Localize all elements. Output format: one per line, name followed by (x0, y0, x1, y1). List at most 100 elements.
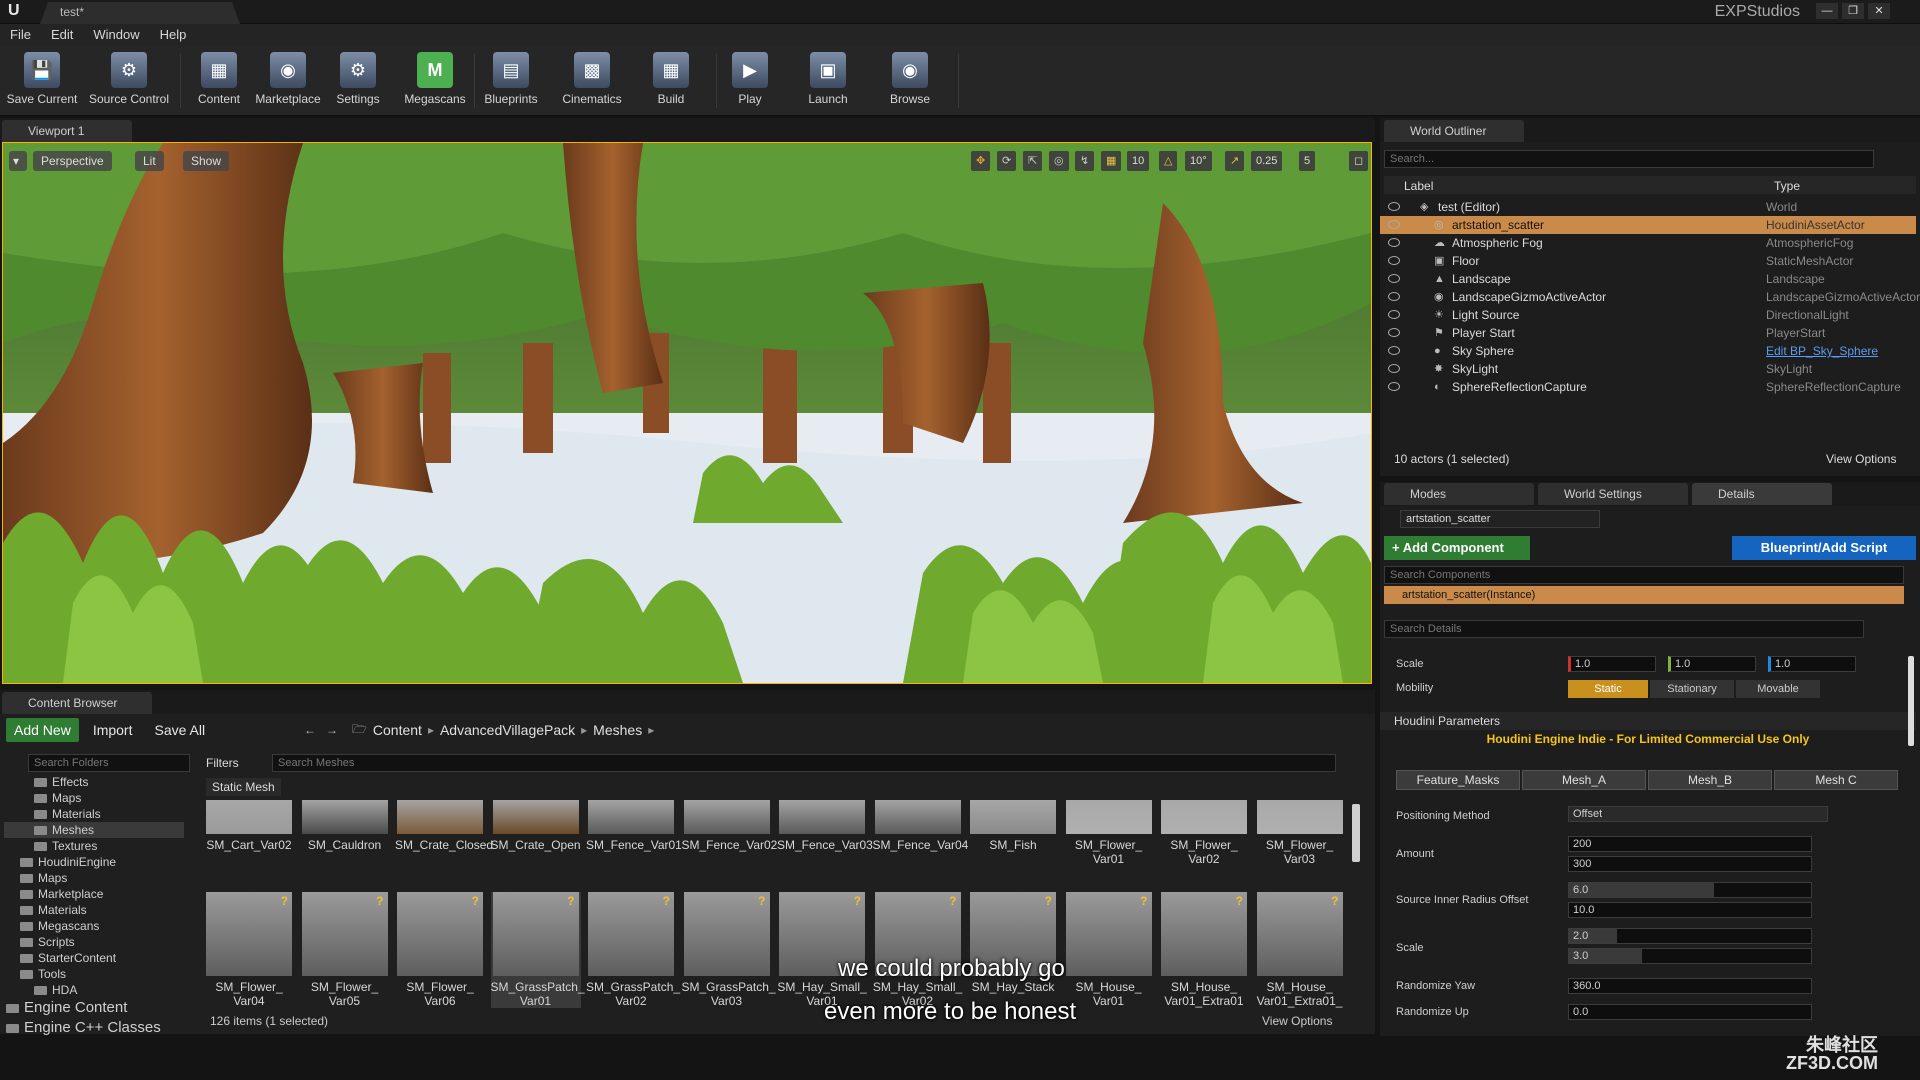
outliner-row[interactable]: ☀ Light Source DirectionalLight (1380, 306, 1916, 324)
asset-tile[interactable]: SM_Fence_Var02 (682, 800, 777, 852)
actor-name-field[interactable]: artstation_scatter (1400, 510, 1600, 528)
play-button[interactable]: ▶ Play (724, 50, 776, 112)
mobility-static-button[interactable]: Static (1568, 680, 1648, 698)
filters-button[interactable]: Filters (206, 754, 239, 772)
houdini-parameters-header[interactable]: Houdini Parameters (1380, 712, 1916, 730)
document-tab[interactable]: test* (40, 2, 240, 24)
visibility-eye-icon[interactable] (1388, 310, 1400, 319)
folder-item[interactable]: HoudiniEngine (4, 854, 184, 870)
asset-tile[interactable]: ? SM_GrassPatch_ Var01 (490, 892, 585, 1008)
col-label[interactable]: Label (1404, 179, 1433, 193)
breadcrumb-content[interactable]: Content (373, 722, 422, 738)
folder-item[interactable]: Materials (4, 806, 184, 822)
maximize-viewport-icon[interactable]: ◻ (1349, 151, 1369, 171)
asset-grid-scrollbar[interactable] (1352, 804, 1360, 862)
asset-tile[interactable]: SM_Flower_ Var03 (1255, 800, 1345, 866)
param-tab-mesh-b[interactable]: Mesh_B (1648, 770, 1772, 790)
viewport-menu-button[interactable]: ▾ (9, 151, 27, 171)
scale2-2-input[interactable]: 3.0 (1568, 948, 1812, 964)
marketplace-button[interactable]: ◉ Marketplace (250, 50, 326, 112)
folder-item[interactable]: Marketplace (4, 886, 184, 902)
folder-item[interactable]: HDA (4, 982, 184, 998)
asset-tile[interactable]: ? SM_GrassPatch_ Var02 (586, 892, 680, 1008)
asset-tile[interactable]: SM_Fence_Var04 (873, 800, 968, 852)
scale-x-input[interactable]: 1.0 (1568, 656, 1656, 672)
folder-item[interactable]: Megascans (4, 918, 184, 934)
asset-tile[interactable]: ? SM_Flower_ Var04 (204, 892, 294, 1008)
asset-tile[interactable]: ? SM_GrassPatch_ Var03 (682, 892, 776, 1008)
import-button[interactable]: Import (85, 718, 141, 742)
visibility-eye-icon[interactable] (1388, 292, 1400, 301)
megascans-button[interactable]: M Megascans (400, 50, 470, 112)
scale-z-input[interactable]: 1.0 (1768, 656, 1856, 672)
randomize-up-input[interactable]: 0.0 (1568, 1004, 1812, 1020)
outliner-row[interactable]: ◎ artstation_scatter HoudiniAssetActor (1380, 216, 1916, 234)
visibility-eye-icon[interactable] (1388, 256, 1400, 265)
folder-item[interactable]: Textures (4, 838, 184, 854)
grid-snap-value[interactable]: 10 (1127, 151, 1150, 171)
perspective-button[interactable]: Perspective (33, 151, 112, 171)
asset-tile[interactable]: ? SM_House_ Var01 (1064, 892, 1154, 1008)
build-button[interactable]: ▦ Build (646, 50, 696, 112)
details-tab[interactable]: Details (1692, 483, 1832, 505)
show-button[interactable]: Show (183, 151, 230, 171)
forward-icon[interactable]: → (326, 723, 338, 737)
engine-content-folder[interactable]: Engine Content (6, 1000, 127, 1020)
search-details-input[interactable]: Search Details (1384, 620, 1864, 638)
scale-y-input[interactable]: 1.0 (1668, 656, 1756, 672)
surface-snap-icon[interactable]: ↯ (1075, 151, 1095, 171)
outliner-row[interactable]: ◈ test (Editor) World (1380, 198, 1916, 216)
positioning-dropdown[interactable]: Offset (1568, 806, 1828, 822)
outliner-row[interactable]: ◉ LandscapeGizmoActiveActor LandscapeGizmo… (1380, 288, 1920, 306)
menu-window[interactable]: Window (83, 24, 149, 46)
asset-tile[interactable]: SM_Fence_Var03 (777, 800, 873, 852)
outliner-row[interactable]: ☁ Atmospheric Fog AtmosphericFog (1380, 234, 1916, 252)
source-control-button[interactable]: ⚙ Source Control (86, 50, 172, 112)
folder-item[interactable]: Tools (4, 966, 184, 982)
engine-cpp-folder[interactable]: Engine C++ Classes (6, 1020, 161, 1040)
visibility-eye-icon[interactable] (1388, 328, 1400, 337)
folder-item[interactable]: Meshes (4, 822, 184, 838)
param-tab-mesh-a[interactable]: Mesh_A (1522, 770, 1646, 790)
blueprint-add-script-button[interactable]: Blueprint/Add Script (1732, 536, 1916, 560)
rotation-snap-icon[interactable]: △ (1159, 151, 1178, 171)
menu-edit[interactable]: Edit (41, 24, 83, 46)
asset-tile[interactable]: SM_Crate_Open (491, 800, 581, 852)
asset-tile[interactable]: ? SM_Hay_Small_ Var02 (873, 892, 963, 1008)
folder-item[interactable]: Materials (4, 902, 184, 918)
outliner-row[interactable]: ✸ SkyLight SkyLight (1380, 360, 1916, 378)
visibility-eye-icon[interactable] (1388, 274, 1400, 283)
asset-tile[interactable]: SM_Fence_Var01 (586, 800, 682, 852)
save-current-button[interactable]: 💾 Save Current (4, 50, 80, 112)
scale2-1-input[interactable]: 2.0 (1568, 928, 1812, 944)
col-type[interactable]: Type (1774, 179, 1800, 193)
rotate-mode-icon[interactable]: ⟳ (997, 151, 1017, 171)
search-folders-input[interactable]: Search Folders (28, 754, 190, 772)
outliner-row[interactable]: ◐ SphereReflectionCapture SphereReflection… (1380, 378, 1916, 396)
static-mesh-filter-chip[interactable]: Static Mesh (206, 778, 281, 796)
settings-button[interactable]: ⚙ Settings (330, 50, 386, 112)
visibility-eye-icon[interactable] (1388, 202, 1400, 211)
world-local-icon[interactable]: ◎ (1049, 151, 1069, 171)
outliner-row[interactable]: ● Sky Sphere Edit BP_Sky_Sphere (1380, 342, 1916, 360)
breadcrumb-advancedvillagepack[interactable]: AdvancedVillagePack (440, 722, 575, 738)
visibility-eye-icon[interactable] (1388, 346, 1400, 355)
folder-item[interactable]: StarterContent (4, 950, 184, 966)
modes-tab[interactable]: Modes (1384, 483, 1534, 505)
asset-tile[interactable]: SM_Fish (968, 800, 1058, 852)
world-outliner-tab[interactable]: World Outliner (1384, 120, 1524, 142)
details-scrollbar[interactable] (1908, 656, 1914, 746)
outliner-search-input[interactable]: Search... (1384, 150, 1874, 168)
back-icon[interactable]: ← (304, 723, 316, 737)
camera-speed[interactable]: 5 (1299, 151, 1316, 171)
content-browser-tab[interactable]: Content Browser (2, 692, 152, 714)
folder-item[interactable]: Effects (4, 774, 184, 790)
param-tab-mesh-c[interactable]: Mesh C (1774, 770, 1898, 790)
amount-2-input[interactable]: 300 (1568, 856, 1812, 872)
asset-tile[interactable]: SM_Crate_Closed (395, 800, 493, 852)
outliner-row[interactable]: ▲ Landscape Landscape (1380, 270, 1916, 288)
content-button[interactable]: ▦ Content (188, 50, 250, 112)
viewport-tab[interactable]: Viewport 1 (2, 120, 132, 142)
outliner-view-options-button[interactable]: View Options (1826, 452, 1896, 466)
asset-tile[interactable]: SM_Cauldron (300, 800, 390, 852)
